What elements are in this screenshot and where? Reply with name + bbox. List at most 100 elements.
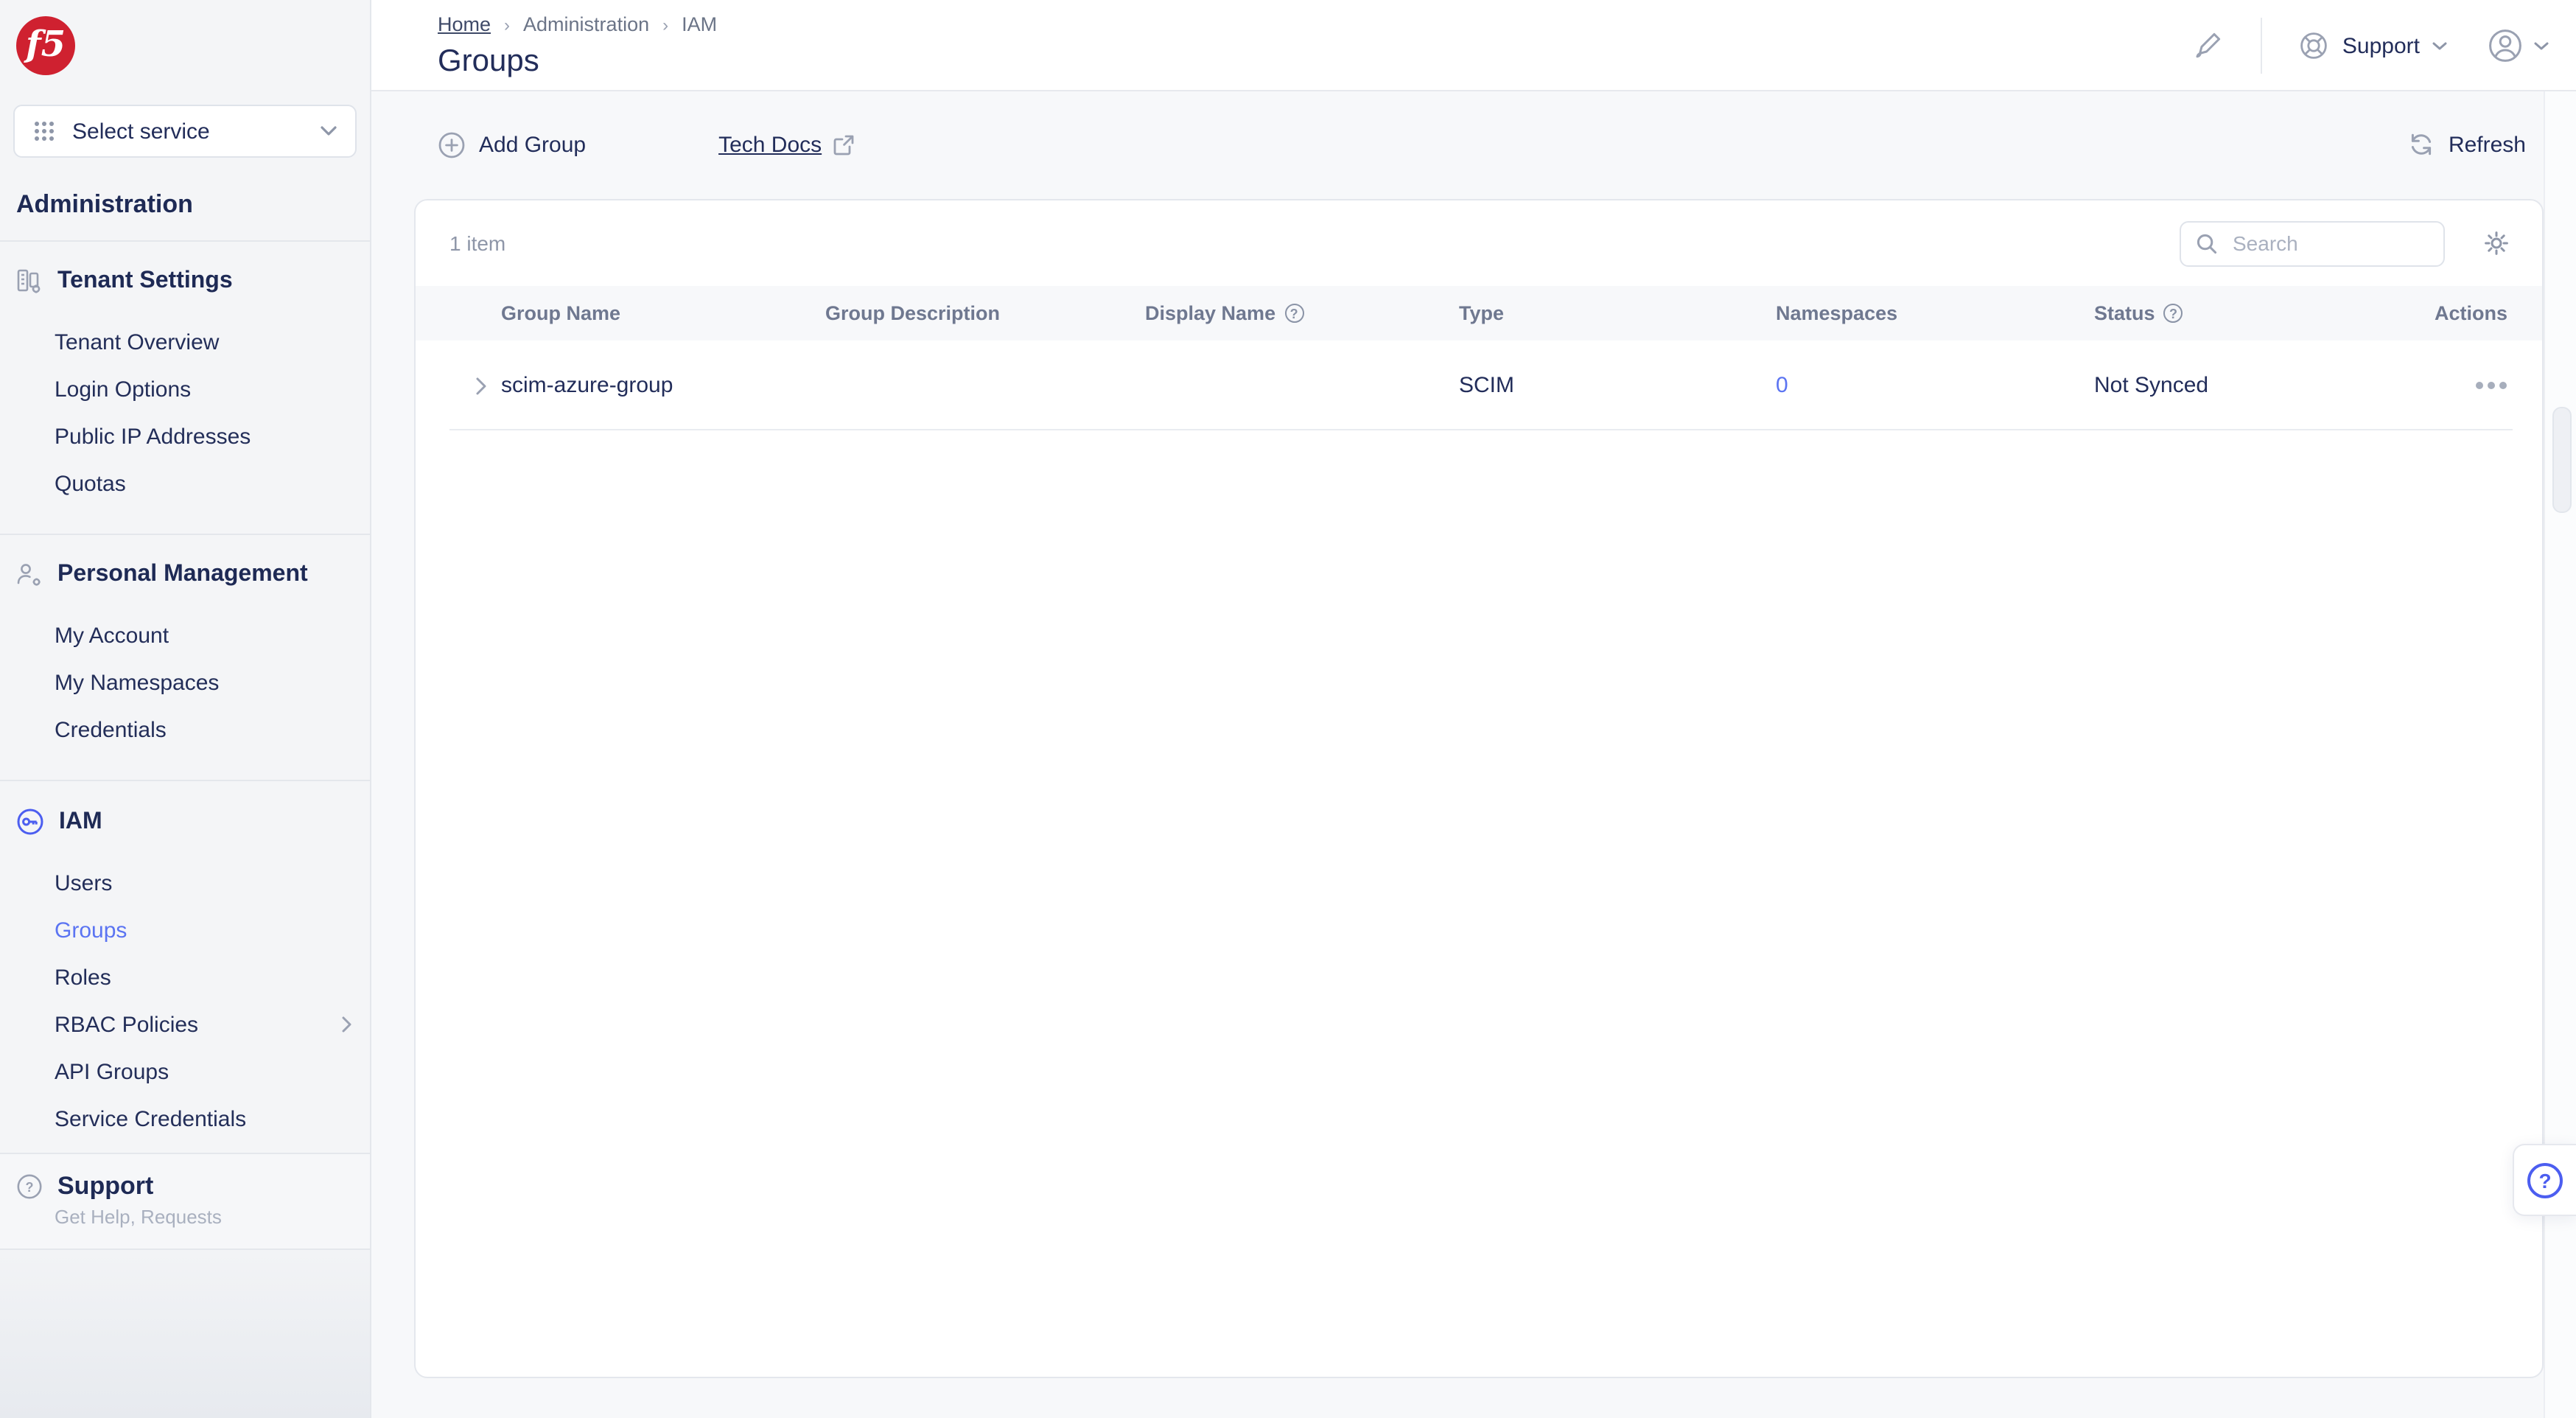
search-input[interactable] (2230, 230, 2429, 256)
chevron-down-icon (2533, 41, 2549, 51)
row-expander[interactable] (416, 375, 501, 396)
sidebar-item-my-namespaces[interactable]: My Namespaces (0, 659, 370, 706)
sidebar-group-label: Personal Management (57, 562, 308, 588)
help-icon: ? (2527, 1162, 2563, 1198)
cell-actions (2435, 382, 2542, 389)
sidebar-group-label: Tenant Settings (57, 268, 233, 295)
sidebar-group-header-iam[interactable]: IAM (0, 808, 370, 859)
select-service-label: Select service (72, 119, 304, 144)
sidebar-item-public-ip-addresses[interactable]: Public IP Addresses (0, 413, 370, 460)
help-button[interactable]: ? (2513, 1144, 2576, 1216)
column-label: Status (2094, 302, 2155, 324)
add-group-button[interactable]: Add Group (438, 130, 586, 158)
breadcrumb-home-link[interactable]: Home (438, 13, 491, 35)
chevron-down-icon (2432, 41, 2448, 51)
sidebar-item-label: Quotas (55, 471, 352, 496)
item-count: 1 item (449, 231, 2180, 255)
gear-icon (2483, 230, 2510, 256)
sidebar-group-header-personal-management[interactable]: Personal Management (0, 562, 370, 612)
breadcrumb-iam: IAM (682, 13, 717, 35)
sidebar-group-label: IAM (59, 808, 102, 835)
cell-namespaces-link[interactable]: 0 (1776, 373, 1788, 398)
sidebar-support-subtitle: Get Help, Requests (55, 1206, 370, 1228)
tech-docs-label: Tech Docs (718, 132, 822, 157)
sidebar-item-users[interactable]: Users (0, 859, 370, 907)
actions-menu-icon[interactable] (2476, 382, 2507, 389)
chevron-right-icon (475, 375, 488, 396)
tech-docs-link[interactable]: Tech Docs (718, 132, 854, 157)
column-actions: Actions (2435, 302, 2543, 324)
breadcrumb-administration: Administration (523, 13, 649, 35)
f5-logo[interactable]: f5 (16, 16, 75, 75)
column-label: Namespaces (1776, 302, 1897, 324)
chevron-down-icon (320, 125, 337, 137)
sidebar-item-label: RBAC Policies (55, 1012, 340, 1037)
topbar-divider (2261, 18, 2263, 74)
column-namespaces: Namespaces (1776, 302, 2094, 324)
sidebar-section-title: Administration (16, 190, 370, 220)
sidebar-support-label: Support (57, 1172, 153, 1201)
cell-type: SCIM (1459, 373, 1776, 398)
page-title: Groups (438, 44, 539, 80)
external-link-icon (832, 133, 854, 156)
table-header-row: Group Name Group Description Display Nam… (416, 286, 2542, 340)
sidebar-support-panel[interactable]: ? Support Get Help, Requests (0, 1153, 370, 1250)
topbar-actions: Support (2194, 0, 2549, 91)
table-search[interactable] (2180, 220, 2445, 266)
page-toolbar: Add Group Tech Docs Refresh (438, 118, 2526, 171)
f5-logo-text: f5 (26, 27, 66, 62)
svg-text:?: ? (26, 1180, 34, 1195)
table-toolbar: 1 item (416, 200, 2542, 286)
column-group-description: Group Description (825, 302, 1145, 324)
column-label: Group Name (501, 302, 620, 324)
search-icon (2196, 232, 2218, 254)
refresh-label: Refresh (2449, 132, 2526, 157)
support-menu[interactable]: Support (2298, 29, 2448, 62)
table-settings-button[interactable] (2483, 230, 2510, 256)
sidebar-item-credentials[interactable]: Credentials (0, 706, 370, 753)
support-menu-label: Support (2342, 33, 2420, 58)
breadcrumb-separator: › (504, 14, 510, 35)
avatar-icon (2486, 27, 2524, 65)
groups-table-card: 1 item Group Name Group Description (414, 199, 2544, 1378)
sidebar-item-my-account[interactable]: My Account (0, 612, 370, 659)
sidebar-group-personal-management: Personal Management My Account My Namesp… (0, 534, 370, 780)
refresh-button[interactable]: Refresh (2409, 131, 2526, 158)
sidebar: f5 Select service Administration (0, 0, 371, 1418)
life-ring-icon (2298, 29, 2331, 62)
column-group-name: Group Name (501, 302, 825, 324)
brush-icon[interactable] (2194, 29, 2226, 62)
sidebar-item-label: Users (55, 870, 352, 895)
scrollbar-thumb[interactable] (2552, 407, 2572, 513)
sidebar-item-label: API Groups (55, 1059, 352, 1084)
sidebar-group-iam: IAM Users Groups Roles RBAC Policies API… (0, 780, 370, 1169)
sidebar-item-tenant-overview[interactable]: Tenant Overview (0, 318, 370, 366)
sidebar-item-label: Service Credentials (55, 1106, 352, 1131)
info-icon[interactable]: ? (1284, 304, 1303, 323)
sidebar-item-quotas[interactable]: Quotas (0, 460, 370, 507)
sidebar-item-label: Roles (55, 965, 352, 990)
scrollbar-track[interactable] (2544, 91, 2576, 1418)
sidebar-item-rbac-policies[interactable]: RBAC Policies (0, 1001, 370, 1048)
info-icon[interactable]: ? (2164, 304, 2183, 323)
sidebar-item-login-options[interactable]: Login Options (0, 366, 370, 413)
account-menu[interactable] (2486, 27, 2549, 65)
breadcrumb: Home › Administration › IAM (438, 13, 717, 35)
refresh-icon (2409, 131, 2435, 158)
sidebar-item-roles[interactable]: Roles (0, 954, 370, 1001)
column-label: Group Description (825, 302, 1000, 324)
sidebar-group-header-tenant-settings[interactable]: Tenant Settings (0, 268, 370, 318)
tenant-settings-icon (16, 268, 43, 295)
sidebar-item-groups[interactable]: Groups (0, 907, 370, 954)
sidebar-item-api-groups[interactable]: API Groups (0, 1048, 370, 1095)
sidebar-support-header: ? Support (0, 1172, 370, 1201)
column-type: Type (1459, 302, 1776, 324)
grid-icon (32, 119, 56, 143)
sidebar-item-label: Tenant Overview (55, 329, 352, 354)
column-label: Type (1459, 302, 1504, 324)
column-status: Status ? (2094, 302, 2435, 324)
plus-circle-icon (438, 130, 466, 158)
select-service-dropdown[interactable]: Select service (13, 105, 357, 158)
sidebar-item-service-credentials[interactable]: Service Credentials (0, 1095, 370, 1142)
cell-status: Not Synced (2094, 373, 2435, 398)
